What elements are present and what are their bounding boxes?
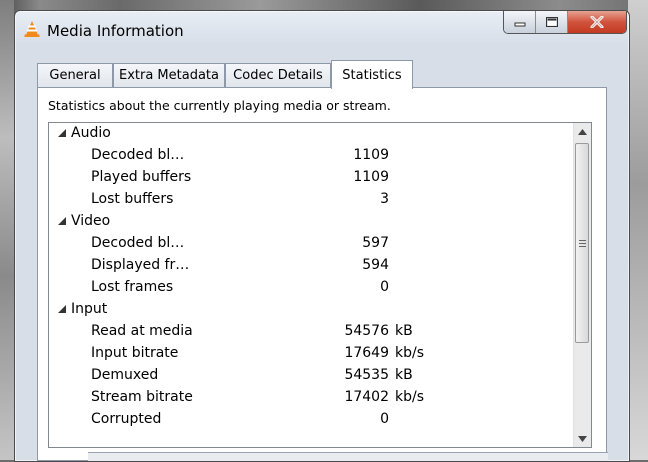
tree-row[interactable]: Corrupted 0 [49,409,575,431]
stat-label: Played buffers [91,169,192,185]
statistics-panel: Statistics about the currently playing m… [37,87,607,461]
grip-line [579,240,586,241]
grip-line [579,246,586,247]
statistics-description: Statistics about the currently playing m… [48,98,391,113]
window-title: Media Information [47,22,184,40]
stat-label: Lost frames [91,279,174,295]
category-label: Video [71,213,111,229]
stat-value: 597 [362,235,389,251]
expanded-arrow-icon[interactable] [57,128,67,138]
stat-value: 594 [362,257,389,273]
desktop-background-right [628,0,648,460]
window-controls [503,11,627,34]
maximize-icon [545,17,558,27]
tree-row[interactable]: Lost buffers 3 [49,189,575,211]
stat-value: 1109 [353,147,389,163]
stat-unit: kb/s [395,345,425,361]
tab-general[interactable]: General [37,63,113,87]
stat-label: Input bitrate [91,345,179,361]
stat-label: Decoded bl… [91,147,185,163]
tab-statistics[interactable]: Statistics [331,60,413,89]
expanded-arrow-icon[interactable] [57,216,67,226]
scroll-up-arrow-icon [578,128,587,135]
tree-row[interactable]: Decoded bl… 597 [49,233,575,255]
close-button[interactable] [568,11,626,33]
stat-value: 54535 [344,367,389,383]
stat-unit: kB [395,367,413,383]
tree-row[interactable]: Demuxed 54535 kB [49,365,575,387]
stat-value: 3 [380,191,389,207]
stat-value: 17402 [344,389,389,405]
tree-row[interactable]: Input bitrate 17649 kb/s [49,343,575,365]
tree-category-input[interactable]: Input [49,299,575,321]
minimize-button[interactable] [504,11,536,33]
category-label: Audio [71,125,111,141]
scrollbar-thumb[interactable] [575,143,589,343]
stat-label: Read at media [91,323,193,339]
tab-extra-metadata[interactable]: Extra Metadata [113,63,225,87]
scroll-down-button[interactable] [574,430,591,447]
stat-value: 0 [380,411,389,427]
stat-label: Demuxed [91,367,159,383]
expanded-arrow-icon[interactable] [57,304,67,314]
stat-label: Decoded bl… [91,235,185,251]
stat-unit: kB [395,323,413,339]
tree-row[interactable]: Displayed fr… 594 [49,255,575,277]
media-information-window: Media Information General Extra Metadata… [14,10,630,462]
minimize-icon [514,22,525,27]
stat-value: 54576 [344,323,389,339]
statistics-tree[interactable]: Audio Decoded bl… 1109 Played buffers 11… [48,122,592,448]
tree-row[interactable]: Read at media 54576 kB [49,321,575,343]
tree-row[interactable]: Stream bitrate 17402 kb/s [49,387,575,409]
stat-label: Displayed fr… [91,257,190,273]
title-bar[interactable]: Media Information [15,11,629,49]
category-label: Input [71,301,108,317]
tree-category-audio[interactable]: Audio [49,123,575,145]
scroll-down-arrow-icon [578,435,587,442]
tree-row[interactable]: Played buffers 1109 [49,167,575,189]
tree-row[interactable]: Decoded bl… 1109 [49,145,575,167]
vlc-cone-icon [23,20,41,38]
tree-category-video[interactable]: Video [49,211,575,233]
stat-value: 0 [380,279,389,295]
vertical-scrollbar[interactable] [573,123,591,447]
desktop-background-left [0,0,14,460]
stat-label: Stream bitrate [91,389,193,405]
grip-line [579,243,586,244]
close-icon [590,16,604,28]
stat-value: 17649 [344,345,389,361]
stat-label: Corrupted [91,411,162,427]
stat-unit: kb/s [395,389,425,405]
maximize-button[interactable] [536,11,568,33]
stat-value: 1109 [353,169,389,185]
scroll-up-button[interactable] [574,123,591,140]
tab-codec-details[interactable]: Codec Details [225,63,331,87]
stat-label: Lost buffers [91,191,174,207]
tree-row[interactable]: Lost frames 0 [49,277,575,299]
